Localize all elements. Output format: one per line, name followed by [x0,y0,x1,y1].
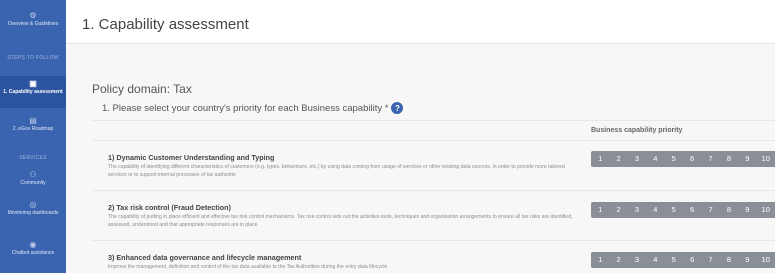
sidebar-item-label: 2. eGov Roadmap [12,126,54,132]
priority-option-3[interactable]: 3 [628,252,646,268]
sidebar-item-label: Chatbot assistance [11,250,55,256]
sidebar-item-monitoring[interactable]: ◎ Monitoring dashboards [0,200,66,216]
priority-option-6[interactable]: 6 [683,151,701,167]
priority-option-10[interactable]: 10 [757,252,775,268]
sidebar-section-services: SERVICES [19,155,47,161]
help-icon[interactable]: ? [391,102,404,114]
page-title: 1. Capability assessment [82,16,249,33]
priority-option-5[interactable]: 5 [665,202,683,218]
divider [92,140,775,141]
priority-option-2[interactable]: 2 [609,151,627,167]
priority-scale: 1 2 3 4 5 6 7 8 9 10 [591,151,775,167]
community-icon: ⚇ [29,170,37,179]
page-header: 1. Capability assessment [66,0,775,44]
capability-description: Improve the management, definition and c… [108,264,388,270]
priority-option-7[interactable]: 7 [701,151,719,167]
document-icon: ▣ [29,79,37,88]
capability-title: 3) Enhanced data governance and lifecycl… [108,253,302,262]
capability-description: The capability of putting in place effic… [108,214,573,228]
priority-option-2[interactable]: 2 [609,252,627,268]
priority-option-6[interactable]: 6 [683,202,701,218]
capability-row: 3) Enhanced data governance and lifecycl… [108,253,578,271]
monitor-icon: ◎ [29,200,37,209]
divider [92,120,775,121]
priority-option-1[interactable]: 1 [591,202,609,218]
priority-option-5[interactable]: 5 [665,252,683,268]
sidebar-item-label: Overview & Guidelines [7,21,59,27]
priority-option-8[interactable]: 8 [720,202,738,218]
sidebar-item-label: Community [20,180,46,186]
sidebar-item-label: Monitoring dashboards [7,210,59,216]
capability-row: 1) Dynamic Customer Understanding and Ty… [108,153,578,179]
capability-description: The capability of identifying different … [108,164,565,178]
priority-option-9[interactable]: 9 [738,252,756,268]
priority-option-8[interactable]: 8 [720,151,738,167]
priority-option-4[interactable]: 4 [646,151,664,167]
roadmap-icon: ▤ [29,116,37,125]
priority-option-3[interactable]: 3 [628,202,646,218]
priority-option-6[interactable]: 6 [683,252,701,268]
divider [92,190,775,191]
priority-option-9[interactable]: 9 [738,151,756,167]
priority-option-10[interactable]: 10 [757,202,775,218]
sidebar-item-capability-assessment[interactable]: ▣ 1. Capability assessment [0,76,66,108]
sidebar-item-label: 1. Capability assessment [3,89,63,95]
priority-option-7[interactable]: 7 [701,252,719,268]
capability-title: 2) Tax risk control (Fraud Detection) [108,203,231,212]
priority-option-9[interactable]: 9 [738,202,756,218]
priority-option-5[interactable]: 5 [665,151,683,167]
priority-scale: 1 2 3 4 5 6 7 8 9 10 [591,252,775,268]
policy-domain-title: Policy domain: Tax [92,82,192,96]
priority-scale: 1 2 3 4 5 6 7 8 9 10 [591,202,775,218]
sidebar-item-overview[interactable]: ⚙ Overview & Guidelines [0,11,66,27]
priority-option-8[interactable]: 8 [720,252,738,268]
capability-title: 1) Dynamic Customer Understanding and Ty… [108,153,275,162]
sidebar-item-chatbot[interactable]: ◉ Chatbot assistance [0,240,66,256]
priority-option-1[interactable]: 1 [591,252,609,268]
priority-option-1[interactable]: 1 [591,151,609,167]
sidebar-item-roadmap[interactable]: ▤ 2. eGov Roadmap [0,116,66,132]
priority-option-3[interactable]: 3 [628,151,646,167]
priority-question: 1. Please select your country's priority… [102,102,404,114]
priority-option-4[interactable]: 4 [646,202,664,218]
capability-row: 2) Tax risk control (Fraud Detection) Th… [108,203,578,229]
gear-icon: ⚙ [29,11,37,20]
priority-option-7[interactable]: 7 [701,202,719,218]
question-text: 1. Please select your country's priority… [102,102,389,114]
priority-option-4[interactable]: 4 [646,252,664,268]
sidebar: ⚙ Overview & Guidelines STEPS TO FOLLOW … [0,0,66,273]
sidebar-item-community[interactable]: ⚇ Community [0,170,66,186]
divider [92,240,775,241]
priority-option-2[interactable]: 2 [609,202,627,218]
sidebar-section-steps: STEPS TO FOLLOW [7,55,59,61]
chatbot-icon: ◉ [29,240,37,249]
priority-option-10[interactable]: 10 [757,151,775,167]
priority-column-header: Business capability priority [591,127,683,134]
